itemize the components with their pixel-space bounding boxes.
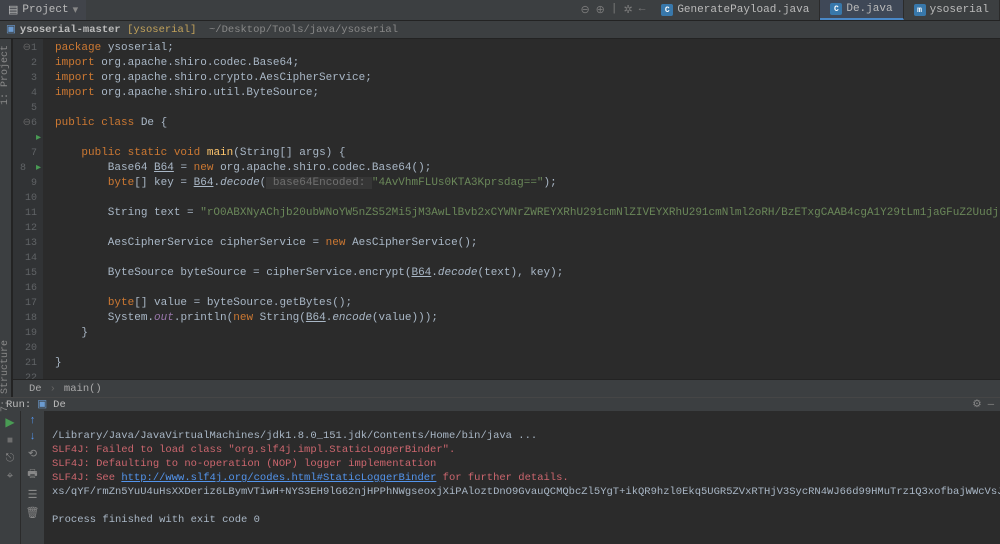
gutter-line: 4 xyxy=(13,86,37,101)
rerun-icon[interactable]: ▶ xyxy=(5,415,14,430)
gutter-line: 19 xyxy=(13,326,37,341)
left-stripe-lower: 7: Structure xyxy=(0,340,20,416)
side-structure-btn[interactable]: 7: Structure xyxy=(0,340,11,412)
run-err-3c: for further details. xyxy=(436,472,568,484)
gutter-line: 14 xyxy=(13,251,37,266)
run-config[interactable]: De xyxy=(53,399,66,411)
mark-icon[interactable]: ⌖ xyxy=(7,471,13,483)
bc-class[interactable]: De xyxy=(29,383,42,395)
gutter-line: 9 xyxy=(13,176,37,191)
gear-icon[interactable]: ⚙ xyxy=(972,398,981,411)
run-err-2: SLF4J: Defaulting to no-operation (NOP) … xyxy=(52,458,436,470)
filter-icon[interactable]: ☰ xyxy=(28,488,38,502)
run-err-3a: SLF4J: See xyxy=(52,472,121,484)
gutter-line: 16 xyxy=(13,281,37,296)
editor-tabs: ▤ Project ▾ ⊖ ⊕ | ✲ ← C GeneratePayload.j… xyxy=(0,0,1000,21)
gutter-line: 5 xyxy=(13,101,37,116)
divider-icon: | xyxy=(611,3,618,17)
run-config-icon: ▣ xyxy=(37,398,47,411)
gutter-line: 13 xyxy=(13,236,37,251)
expand-icon[interactable]: ⊕ xyxy=(596,3,605,17)
trash-icon[interactable]: 🗑 xyxy=(26,506,40,520)
run-toolbar-2: ↑ ↓ ⟲ 🖶 ☰ 🗑 xyxy=(20,411,44,544)
down-icon[interactable]: ↓ xyxy=(29,431,36,443)
project-icon: ▤ xyxy=(8,3,18,17)
module-icon: ▣ xyxy=(6,23,16,36)
file-icon: m xyxy=(914,4,926,16)
run-toolbar-1: ▶ ■ ⎋ ⌖ xyxy=(0,411,20,544)
project-breadcrumb: ▣ ysoserial-master [ysoserial] ~/Desktop… xyxy=(0,21,1000,39)
stop-icon[interactable]: ■ xyxy=(7,436,13,447)
run-err-link[interactable]: http://www.slf4j.org/codes.html#StaticLo… xyxy=(121,472,436,484)
wrap-icon[interactable]: ⟲ xyxy=(28,447,37,461)
run-output[interactable]: /Library/Java/JavaVirtualMachines/jdk1.8… xyxy=(44,411,1000,544)
tab-label: De.java xyxy=(846,3,892,15)
tab-ysoserial[interactable]: m ysoserial xyxy=(904,0,1000,20)
gutter-line: ⊖ 1 xyxy=(13,41,37,56)
file-icon: C xyxy=(661,4,673,16)
tab-label: ysoserial xyxy=(930,4,989,16)
tab-de-java[interactable]: C De.java xyxy=(820,0,903,20)
run-cmd: /Library/Java/JavaVirtualMachines/jdk1.8… xyxy=(52,430,537,442)
gutter-line: ⊖ 6 ▸ xyxy=(13,116,37,146)
project-tool-tab[interactable]: ▤ Project ▾ xyxy=(0,0,86,20)
run-err-1: SLF4J: Failed to load class "org.slf4j.i… xyxy=(52,444,455,456)
gutter-line: 18 xyxy=(13,311,37,326)
side-project-btn[interactable]: 1: Project xyxy=(0,45,11,105)
project-tool-label: Project xyxy=(22,4,68,16)
print-icon[interactable]: 🖶 xyxy=(27,465,37,484)
gutter-line: 3 xyxy=(13,71,37,86)
editor-breadcrumb: De › main() xyxy=(13,379,1000,397)
crumb-root: ysoserial-master xyxy=(20,24,121,36)
tab-label: GeneratePayload.java xyxy=(677,4,809,16)
tab-generatepayload-java[interactable]: C GeneratePayload.java xyxy=(651,0,820,20)
run-panel: Run: ▣ De ⚙ — ▶ ■ ⎋ ⌖ ↑ ↓ ⟲ 🖶 ☰ 🗑 /Libra… xyxy=(0,397,1000,513)
code-area[interactable]: package ysoserial; import org.apache.shi… xyxy=(43,39,1000,379)
editor-pane: ⊖ 12345⊖ 6 ▸78 ▸910111213141516171819202… xyxy=(13,39,1000,397)
collapse-icon[interactable]: ⊖ xyxy=(580,3,589,17)
hide-icon[interactable]: ← xyxy=(639,3,646,17)
gutter-line: 2 xyxy=(13,56,37,71)
run-exit: Process finished with exit code 0 xyxy=(52,514,260,526)
minimize-icon[interactable]: — xyxy=(988,399,994,411)
gutter: ⊖ 12345⊖ 6 ▸78 ▸910111213141516171819202… xyxy=(13,39,43,379)
gutter-line: 17 xyxy=(13,296,37,311)
gutter-line: 7 xyxy=(13,146,37,161)
up-icon[interactable]: ↑ xyxy=(29,415,36,427)
bc-method[interactable]: main() xyxy=(64,383,102,395)
gutter-line: 15 xyxy=(13,266,37,281)
gutter-line: 10 xyxy=(13,191,37,206)
crumb-path: ~/Desktop/Tools/java/ysoserial xyxy=(209,24,398,36)
file-icon: C xyxy=(830,3,842,15)
gutter-line: 11 xyxy=(13,206,37,221)
crumb-branch: [ysoserial] xyxy=(127,24,196,36)
wheel-icon[interactable]: ✲ xyxy=(624,3,633,17)
gutter-line: 12 xyxy=(13,221,37,236)
run-stdout: xs/qYF/rmZn5YuU4uHsXXDeriz6LBymVTiwH+NYS… xyxy=(52,486,1000,498)
gutter-line: 8 ▸ xyxy=(13,161,37,176)
exit-icon[interactable]: ⎋ xyxy=(6,453,15,465)
